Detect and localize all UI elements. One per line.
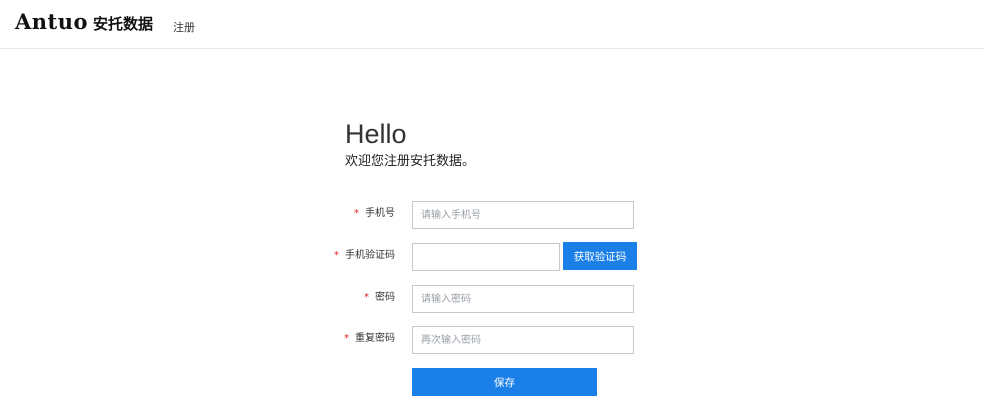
repeat-password-label: * 重复密码 (344, 332, 395, 346)
code-label: * 手机验证码 (334, 249, 395, 263)
required-mark: * (364, 292, 369, 303)
logo-text-cn: 安托数据 (93, 15, 154, 33)
logo-text-en: Antuo (15, 9, 89, 34)
required-mark: * (354, 208, 359, 219)
brand-logo[interactable]: Antuo 安托数据 (15, 9, 153, 39)
password-label-text: 密码 (375, 292, 395, 303)
greeting-title: Hello (345, 119, 407, 149)
phone-label-text: 手机号 (365, 208, 395, 219)
password-input[interactable] (412, 285, 634, 313)
phone-label: * 手机号 (354, 207, 395, 221)
greeting-subtitle: 欢迎您注册安托数据。 (345, 154, 476, 169)
repeat-password-input[interactable] (412, 326, 634, 354)
verification-code-input[interactable] (412, 243, 560, 271)
save-button[interactable]: 保存 (412, 368, 597, 396)
password-label: * 密码 (364, 291, 395, 305)
register-nav-link[interactable]: 注册 (173, 19, 195, 35)
get-code-button[interactable]: 获取验证码 (563, 242, 637, 270)
phone-input[interactable] (412, 201, 634, 229)
code-label-text: 手机验证码 (345, 250, 395, 261)
top-header: Antuo 安托数据 注册 (0, 0, 985, 49)
required-mark: * (344, 333, 349, 344)
required-mark: * (334, 250, 339, 261)
repeat-password-label-text: 重复密码 (355, 333, 395, 344)
